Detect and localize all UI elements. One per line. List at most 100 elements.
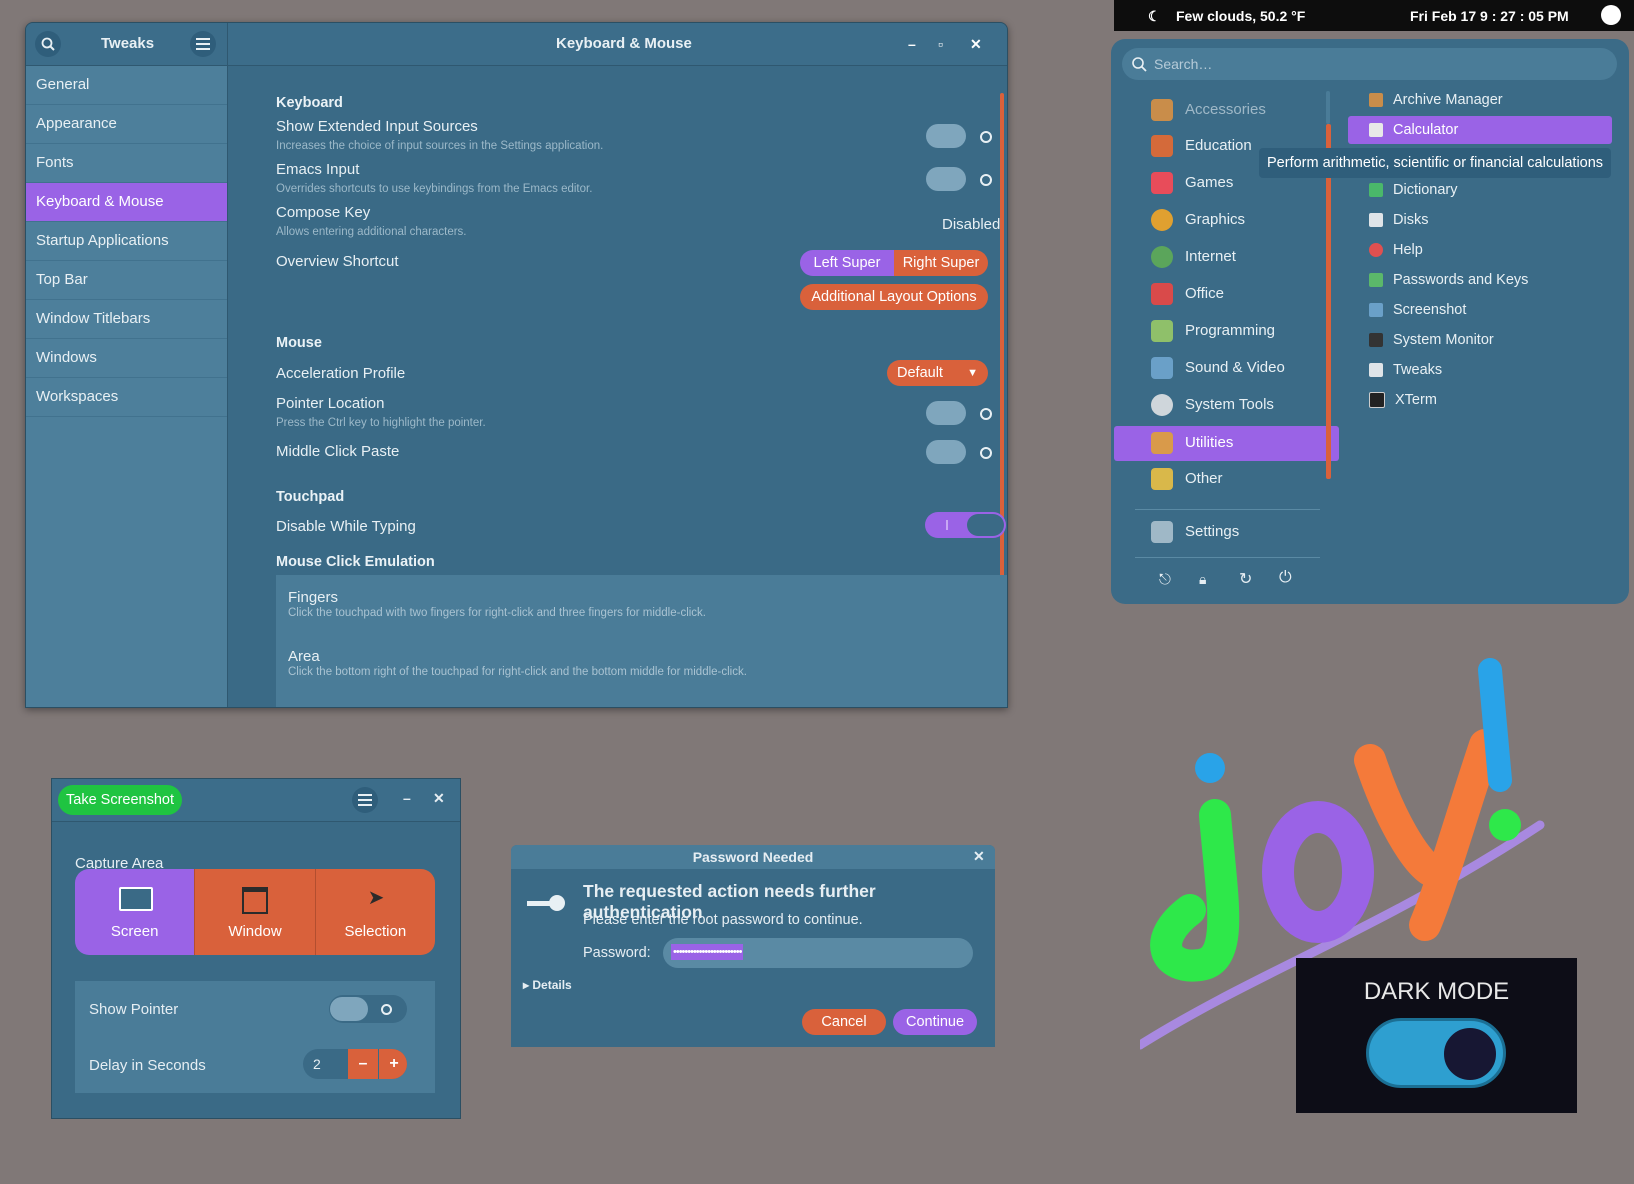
sidebar-item-titlebars[interactable]: Window Titlebars bbox=[26, 300, 227, 339]
close-button[interactable]: ✕ bbox=[433, 790, 445, 807]
window-title: Keyboard & Mouse bbox=[556, 35, 692, 52]
middle-click-toggle[interactable] bbox=[926, 438, 1006, 464]
pointer-toggle[interactable] bbox=[926, 399, 1006, 425]
section-mouse: Mouse bbox=[276, 335, 322, 351]
app-dictionary[interactable]: Dictionary bbox=[1369, 177, 1457, 203]
logout-icon[interactable]: ⎋ bbox=[1159, 571, 1171, 588]
power-icon[interactable]: ⏻ bbox=[1279, 569, 1292, 587]
app-disks[interactable]: Disks bbox=[1369, 207, 1428, 233]
help-icon bbox=[1369, 243, 1383, 257]
category-programming[interactable]: Programming bbox=[1151, 316, 1275, 346]
category-utilities[interactable]: Utilities bbox=[1151, 428, 1233, 458]
overview-label: Overview Shortcut bbox=[276, 253, 399, 270]
chevron-down-icon: ▼ bbox=[967, 367, 978, 379]
dark-mode-text: DARK MODE bbox=[1363, 978, 1510, 1005]
lock-icon[interactable]: 🔒︎ bbox=[1199, 571, 1206, 588]
password-input[interactable]: •••••••••••••••••••••••• bbox=[663, 938, 973, 968]
continue-button[interactable]: Continue bbox=[893, 1009, 977, 1035]
sidebar-item-fonts[interactable]: Fonts bbox=[26, 144, 227, 183]
right-super-button[interactable]: Right Super bbox=[894, 250, 988, 276]
delay-label: Delay in Seconds bbox=[89, 1057, 206, 1074]
accel-dropdown[interactable]: Default ▼ bbox=[887, 360, 988, 386]
app-xterm[interactable]: XTerm bbox=[1369, 387, 1437, 413]
monitor-icon bbox=[119, 887, 153, 911]
left-super-button[interactable]: Left Super bbox=[800, 250, 894, 276]
area-desc: Click the bottom right of the touchpad f… bbox=[288, 666, 747, 678]
category-internet[interactable]: Internet bbox=[1151, 242, 1236, 272]
mode-screen-button[interactable]: Screen bbox=[75, 869, 195, 955]
layout-options-button[interactable]: Additional Layout Options bbox=[800, 284, 988, 310]
app-help[interactable]: Help bbox=[1369, 237, 1423, 263]
sidebar-item-keyboard-mouse[interactable]: Keyboard & Mouse bbox=[26, 183, 227, 222]
password-dialog: Password Needed ✕ The requested action n… bbox=[511, 845, 995, 1047]
ext-input-toggle[interactable] bbox=[926, 122, 1006, 148]
mode-window-button[interactable]: Window bbox=[194, 869, 315, 955]
accel-label: Acceleration Profile bbox=[276, 365, 406, 382]
settings-item[interactable]: Settings bbox=[1151, 517, 1239, 547]
app-screenshot[interactable]: Screenshot bbox=[1369, 297, 1466, 323]
system-menu-icon[interactable] bbox=[1601, 5, 1621, 25]
take-screenshot-button[interactable]: Take Screenshot bbox=[58, 785, 183, 815]
dialog-title: Password Needed bbox=[511, 845, 995, 869]
category-education[interactable]: Education bbox=[1151, 131, 1252, 161]
sidebar-item-top-bar[interactable]: Top Bar bbox=[26, 261, 227, 300]
restart-icon[interactable]: ↻ bbox=[1239, 569, 1252, 589]
menu-button[interactable] bbox=[190, 31, 216, 57]
letter-y bbox=[1354, 729, 1501, 941]
key-icon bbox=[1369, 273, 1383, 287]
dark-mode-card: DARK MODE bbox=[1296, 958, 1577, 1113]
cancel-button[interactable]: Cancel bbox=[802, 1009, 886, 1035]
app-calculator[interactable]: Calculator bbox=[1369, 117, 1458, 143]
category-sound-video[interactable]: Sound & Video bbox=[1151, 353, 1285, 383]
internet-icon bbox=[1151, 246, 1173, 268]
increment-button[interactable]: + bbox=[379, 1049, 407, 1079]
search-field[interactable]: Search… bbox=[1122, 48, 1617, 80]
category-office[interactable]: Office bbox=[1151, 279, 1224, 309]
weather-text[interactable]: Few clouds, 50.2 °F bbox=[1176, 8, 1305, 24]
terminal-icon bbox=[1369, 392, 1385, 408]
emulation-list: Fingers Click the touchpad with two fing… bbox=[276, 575, 1007, 707]
window-icon bbox=[242, 887, 269, 914]
clock[interactable]: Fri Feb 17 9 : 27 : 05 PM bbox=[1410, 8, 1569, 24]
delay-spinbutton[interactable]: 2 – + bbox=[303, 1049, 407, 1079]
close-button[interactable]: ✕ bbox=[970, 23, 982, 65]
minimize-button[interactable]: – bbox=[908, 23, 916, 65]
compose-value[interactable]: Disabled bbox=[942, 216, 1000, 233]
app-system-monitor[interactable]: System Monitor bbox=[1369, 327, 1494, 353]
show-pointer-toggle[interactable] bbox=[329, 995, 407, 1023]
details-expander[interactable]: ▸ Details bbox=[523, 978, 572, 992]
sidebar-item-general[interactable]: General bbox=[26, 66, 227, 105]
delay-value[interactable]: 2 bbox=[313, 1056, 321, 1072]
sidebar-item-appearance[interactable]: Appearance bbox=[26, 105, 227, 144]
category-other[interactable]: Other bbox=[1151, 464, 1223, 494]
archive-icon bbox=[1369, 93, 1383, 107]
category-system-tools[interactable]: System Tools bbox=[1151, 390, 1274, 420]
category-accessories[interactable]: Accessories bbox=[1151, 95, 1266, 125]
category-games[interactable]: Games bbox=[1151, 168, 1233, 198]
sound-video-icon bbox=[1151, 357, 1173, 379]
app-tweaks[interactable]: Tweaks bbox=[1369, 357, 1442, 383]
screenshot-menu-button[interactable] bbox=[352, 787, 378, 813]
minimize-button[interactable]: – bbox=[403, 790, 411, 806]
ext-input-desc: Increases the choice of input sources in… bbox=[276, 140, 604, 152]
decrement-button[interactable]: – bbox=[348, 1049, 378, 1079]
fingers-label[interactable]: Fingers bbox=[288, 589, 338, 606]
search-button[interactable] bbox=[35, 31, 61, 57]
maximize-button[interactable]: ▫ bbox=[938, 23, 943, 65]
emacs-toggle[interactable] bbox=[926, 165, 1006, 191]
graphics-icon bbox=[1151, 209, 1173, 231]
sidebar-item-startup[interactable]: Startup Applications bbox=[26, 222, 227, 261]
tweaks-window: Tweaks Keyboard & Mouse – ▫ ✕ General Ap… bbox=[25, 22, 1008, 708]
section-emulation: Mouse Click Emulation bbox=[276, 554, 435, 570]
app-passwords-keys[interactable]: Passwords and Keys bbox=[1369, 267, 1528, 293]
top-bar: ☾ Few clouds, 50.2 °F Fri Feb 17 9 : 27 … bbox=[1114, 0, 1634, 31]
close-button[interactable]: ✕ bbox=[973, 848, 985, 865]
disable-typing-toggle[interactable] bbox=[925, 512, 1006, 538]
category-graphics[interactable]: Graphics bbox=[1151, 205, 1245, 235]
key-icon bbox=[527, 895, 567, 913]
app-archive-manager[interactable]: Archive Manager bbox=[1369, 87, 1503, 113]
area-label[interactable]: Area bbox=[288, 648, 320, 665]
sidebar-item-workspaces[interactable]: Workspaces bbox=[26, 378, 227, 417]
mode-selection-button[interactable]: ➤ Selection bbox=[314, 869, 435, 955]
sidebar-item-windows[interactable]: Windows bbox=[26, 339, 227, 378]
